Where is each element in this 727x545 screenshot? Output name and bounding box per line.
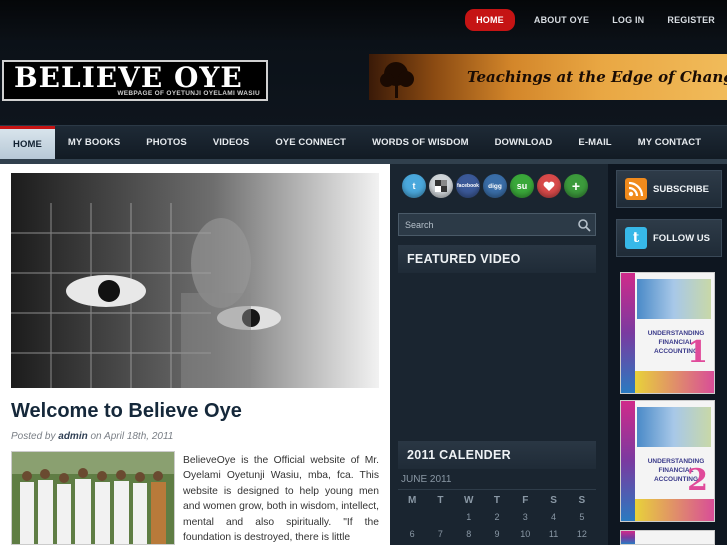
middle-sidebar: t facebook digg su + FEATURED VIDEO 2011… xyxy=(390,164,608,545)
calendar-table: M T W T F S S 1 2 3 4 5 6 7 8 9 10 11 12 xyxy=(398,492,596,542)
book-volume-number: 2 xyxy=(687,463,708,498)
book-cover-photo xyxy=(637,279,711,319)
add-icon[interactable]: + xyxy=(564,174,588,198)
calendar-cell: 3 xyxy=(522,511,528,522)
top-bar: HOME ABOUT OYE LOG IN REGISTER xyxy=(0,0,727,40)
twitter-bird-icon: t xyxy=(625,227,647,249)
top-nav: HOME ABOUT OYE LOG IN REGISTER xyxy=(465,9,727,31)
calendar-cell: 7 xyxy=(437,528,443,539)
nav-download[interactable]: DOWNLOAD xyxy=(482,126,566,159)
calendar-day-header: T xyxy=(493,494,501,506)
main-content: Welcome to Believe Oye Posted by admin o… xyxy=(0,164,390,545)
book-volume-number: 1 xyxy=(687,335,708,370)
nav-videos[interactable]: VIDEOS xyxy=(200,126,263,159)
logo-title: BELIEVE OYE xyxy=(14,61,243,94)
site-logo[interactable]: BELIEVE OYE WEBPAGE OF OYETUNJI OYELAMI … xyxy=(2,60,268,101)
calendar-cell: 10 xyxy=(520,528,531,539)
post-meta: Posted by admin on April 18th, 2011 xyxy=(11,431,173,442)
calendar-day-header: S xyxy=(578,494,586,506)
calendar-month: JUNE 2011 xyxy=(398,470,596,490)
calendar-heading: 2011 CALENDER xyxy=(398,441,596,469)
post-meta-prefix: Posted by xyxy=(11,431,56,442)
post-date: on April 18th, 2011 xyxy=(90,431,174,442)
book-cover-3[interactable] xyxy=(620,530,715,545)
search-box xyxy=(398,213,596,236)
top-nav-register[interactable]: REGISTER xyxy=(656,9,726,31)
digg-icon[interactable]: digg xyxy=(483,174,507,198)
calendar-cell: 2 xyxy=(494,511,500,522)
calendar-cell: 11 xyxy=(548,528,559,539)
main-nav: HOME MY BOOKS PHOTOS VIDEOS OYE CONNECT … xyxy=(0,125,727,159)
right-sidebar: SUBSCRIBE t FOLLOW US UNDERSTANDING FINA… xyxy=(608,164,727,545)
delicious-icon[interactable] xyxy=(429,174,453,198)
favorite-icon[interactable] xyxy=(537,174,561,198)
calendar-day-header: S xyxy=(550,494,557,506)
search-icon[interactable] xyxy=(577,218,591,232)
nav-words-of-wisdom[interactable]: WORDS OF WISDOM xyxy=(359,126,482,159)
nav-my-books[interactable]: MY BOOKS xyxy=(55,126,133,159)
hero-image[interactable] xyxy=(11,173,379,388)
calendar-day-header: F xyxy=(522,494,529,506)
calendar-day-header: T xyxy=(437,494,444,506)
site-header: BELIEVE OYE WEBPAGE OF OYETUNJI OYELAMI … xyxy=(0,40,727,125)
calendar-cell: 8 xyxy=(466,528,472,539)
post-thumbnail[interactable] xyxy=(11,451,175,545)
nav-home[interactable]: HOME xyxy=(0,126,55,159)
post-title[interactable]: Welcome to Believe Oye xyxy=(11,400,242,423)
calendar-cell: 12 xyxy=(576,528,587,539)
calendar-cell xyxy=(426,508,454,525)
nav-oye-connect[interactable]: OYE CONNECT xyxy=(262,126,359,159)
nav-email[interactable]: E-MAIL xyxy=(565,126,624,159)
calendar-cell: 6 xyxy=(409,528,415,539)
facebook-icon[interactable]: facebook xyxy=(456,174,480,198)
stumbleupon-icon[interactable]: su xyxy=(510,174,534,198)
twitter-icon[interactable]: t xyxy=(402,174,426,198)
calendar-day-header: M xyxy=(407,494,417,506)
logo-subtitle: WEBPAGE OF OYETUNJI OYELAMI WASIU xyxy=(117,90,260,97)
book-cover-2[interactable]: UNDERSTANDING FINANCIAL ACCOUNTING 2 xyxy=(620,400,715,522)
book-cover-photo xyxy=(637,407,711,447)
group-photo-image xyxy=(12,452,174,544)
follow-label: FOLLOW US xyxy=(653,232,710,244)
book-spine-decoration xyxy=(621,401,635,521)
calendar-cell: 5 xyxy=(579,511,585,522)
post-author[interactable]: admin xyxy=(58,431,87,442)
calendar-cell: 9 xyxy=(494,528,500,539)
nav-photos[interactable]: PHOTOS xyxy=(133,126,200,159)
banner-tagline: Teachings at the Edge of Change xyxy=(467,68,727,86)
top-nav-about-oye[interactable]: ABOUT OYE xyxy=(523,9,600,31)
featured-video-heading: FEATURED VIDEO xyxy=(398,245,596,273)
calendar-cell: 1 xyxy=(466,511,472,522)
book-cover-1[interactable]: UNDERSTANDING FINANCIAL ACCOUNTING 1 xyxy=(620,272,715,394)
header-banner: Teachings at the Edge of Change xyxy=(369,54,727,100)
book-footer-band xyxy=(635,371,714,393)
top-nav-home[interactable]: HOME xyxy=(465,9,515,31)
rss-icon xyxy=(625,178,647,200)
calendar-cell xyxy=(398,508,426,525)
book-footer-band xyxy=(635,499,714,521)
tree-silhouette-icon xyxy=(380,62,414,98)
top-nav-log-in[interactable]: LOG IN xyxy=(601,9,655,31)
book-spine-decoration xyxy=(621,273,635,393)
subscribe-button[interactable]: SUBSCRIBE xyxy=(616,170,722,208)
calendar-cell: 4 xyxy=(551,511,557,522)
book-spine-decoration xyxy=(621,531,635,544)
social-icons: t facebook digg su + xyxy=(402,174,588,198)
post-body: BelieveOye is the Official website of Mr… xyxy=(183,455,379,544)
nav-my-contact[interactable]: MY CONTACT xyxy=(625,126,714,159)
follow-us-button[interactable]: t FOLLOW US xyxy=(616,219,722,257)
hero-face-image xyxy=(11,173,379,388)
subscribe-label: SUBSCRIBE xyxy=(653,183,709,195)
search-input[interactable] xyxy=(399,214,574,235)
calendar-day-header: W xyxy=(463,494,474,506)
